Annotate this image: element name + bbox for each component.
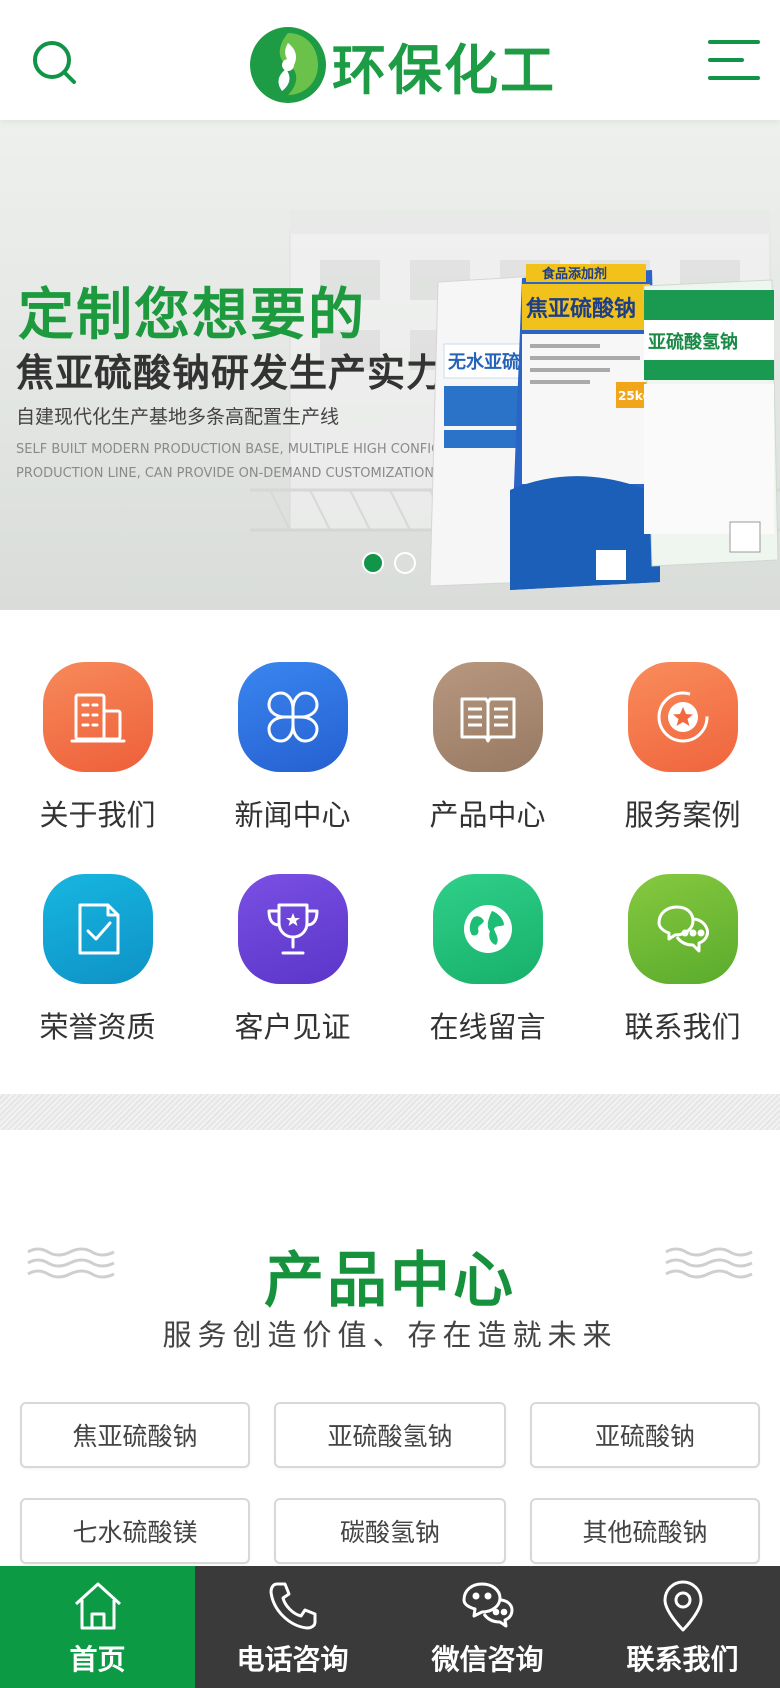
document-check-icon [42, 874, 153, 984]
location-pin-icon [663, 1580, 702, 1632]
logo-text: 环保化工 [332, 38, 556, 102]
category-button[interactable]: 其他硫酸钠 [530, 1498, 760, 1564]
nav-label: 电话咨询 [236, 1643, 349, 1676]
nav-wechat[interactable]: 微信咨询 [390, 1566, 585, 1688]
chat-icon [627, 874, 738, 984]
bag-green: 亚硫酸氢钠 [643, 279, 779, 567]
product-bags-image: 无水亚硫酸 食品添加剂 焦亚硫酸钠 25kg 亚硫酸氢钠 [430, 264, 779, 590]
banner-headline: 定制您想要的 [18, 283, 366, 348]
logo[interactable]: 环保化工 [248, 26, 556, 104]
section-subtitle: 服务创造价值、存在造就未来 [162, 1318, 618, 1352]
building-icon [42, 662, 153, 772]
nav-label: 联系我们 [626, 1643, 739, 1676]
grid-label: 联系我们 [624, 1010, 741, 1044]
search-icon[interactable] [28, 36, 84, 92]
carousel-dot-1[interactable] [362, 552, 384, 574]
wechat-icon [462, 1582, 513, 1628]
category-button[interactable]: 碳酸氢钠 [274, 1498, 506, 1564]
grid-item-testimonials[interactable]: 客户见证 [195, 874, 390, 1046]
banner-description: 自建现代化生产基地多条高配置生产线 [16, 406, 340, 428]
nav-label: 微信咨询 [431, 1643, 544, 1676]
section-title: 产品中心 [264, 1246, 516, 1316]
header: 环保化工 [0, 0, 780, 120]
bag-blue: 食品添加剂 焦亚硫酸钠 25kg [510, 264, 660, 590]
category-button[interactable]: 亚硫酸钠 [530, 1402, 760, 1468]
trophy-icon [237, 874, 348, 984]
nav-phone[interactable]: 电话咨询 [195, 1566, 390, 1688]
book-icon [432, 662, 543, 772]
carousel-dot-2[interactable] [394, 552, 416, 574]
globe-icon [432, 874, 543, 984]
phone-icon [269, 1582, 316, 1630]
grid-label: 新闻中心 [234, 798, 351, 832]
grid-label: 荣誉资质 [39, 1010, 156, 1044]
clover-icon [237, 662, 348, 772]
bottom-nav: 首页 电话咨询 微信咨询 联系我们 [0, 1566, 780, 1688]
menu-icon[interactable] [706, 38, 762, 86]
nav-contact[interactable]: 联系我们 [585, 1566, 780, 1688]
category-button[interactable]: 焦亚硫酸钠 [20, 1402, 250, 1468]
section-divider [0, 1094, 780, 1130]
grid-item-products[interactable]: 产品中心 [390, 662, 585, 834]
category-button[interactable]: 亚硫酸氢钠 [274, 1402, 506, 1468]
home-icon [74, 1582, 121, 1630]
quick-nav-grid: 关于我们 新闻中心 产品中心 服务案例 荣誉资质 客户见证 在线留言 联系我们 [0, 610, 780, 1095]
grid-item-about[interactable]: 关于我们 [0, 662, 195, 834]
grid-item-cases[interactable]: 服务案例 [585, 662, 780, 834]
star-icon [627, 662, 738, 772]
banner-english-line-2: PRODUCTION LINE, CAN PROVIDE ON-DEMAND C… [16, 466, 439, 481]
bag-label-2: 焦亚硫酸钠 [525, 296, 636, 322]
banner-subheadline: 焦亚硫酸钠研发生产实力 [16, 351, 446, 395]
grid-item-contact[interactable]: 联系我们 [585, 874, 780, 1046]
bag-tag: 食品添加剂 [542, 266, 607, 282]
grid-label: 关于我们 [39, 798, 156, 832]
grid-label: 在线留言 [429, 1010, 546, 1044]
grid-item-message[interactable]: 在线留言 [390, 874, 585, 1046]
banner-english-line-1: SELF BUILT MODERN PRODUCTION BASE, MULTI… [16, 442, 451, 457]
grid-item-news[interactable]: 新闻中心 [195, 662, 390, 834]
grid-label: 服务案例 [624, 798, 741, 832]
nav-home[interactable]: 首页 [0, 1566, 195, 1688]
bag-label-3: 亚硫酸氢钠 [648, 331, 738, 353]
nav-label: 首页 [69, 1643, 126, 1676]
carousel-dots [362, 552, 416, 574]
leaf-logo-icon [250, 27, 326, 103]
banner-carousel[interactable]: 定制您想要的 焦亚硫酸钠研发生产实力 自建现代化生产基地多条高配置生产线 SEL… [0, 120, 780, 610]
category-button[interactable]: 七水硫酸镁 [20, 1498, 250, 1564]
grid-item-honors[interactable]: 荣誉资质 [0, 874, 195, 1046]
wave-decoration-right [665, 1247, 753, 1279]
grid-label: 产品中心 [429, 798, 546, 832]
grid-label: 客户见证 [234, 1010, 351, 1044]
